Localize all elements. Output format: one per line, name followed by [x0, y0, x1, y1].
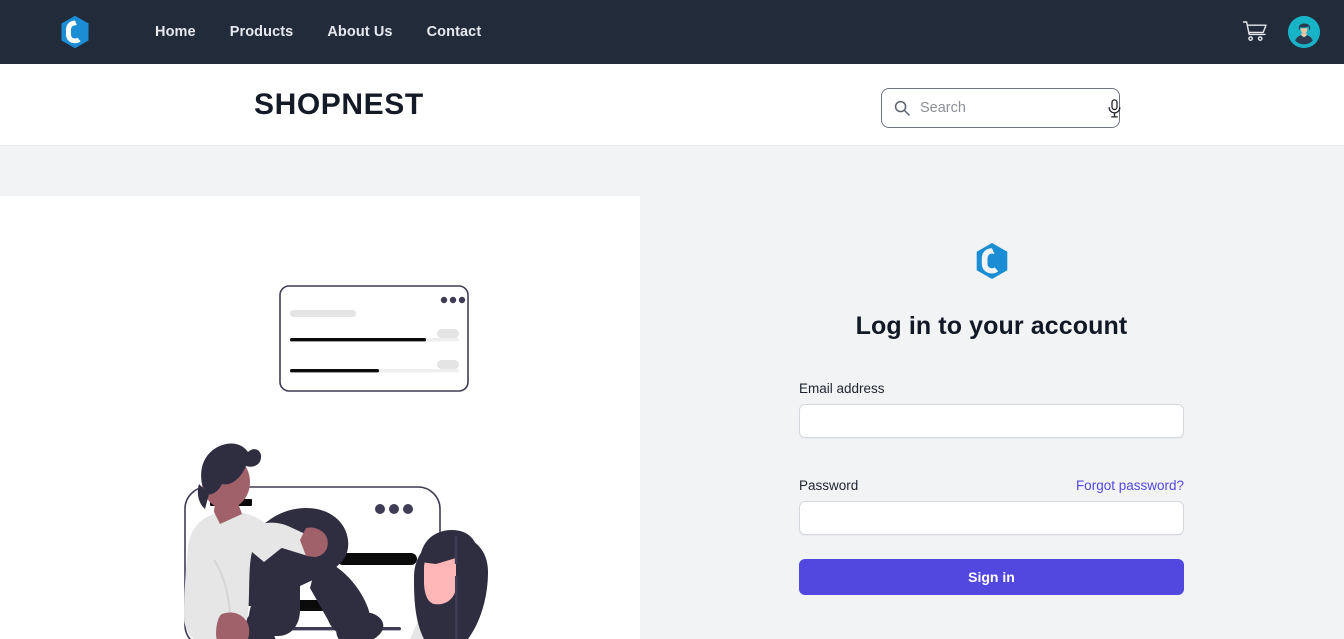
password-field[interactable] [799, 501, 1184, 535]
login-heading: Log in to your account [855, 312, 1128, 340]
page-title: SHOPNEST [254, 87, 424, 121]
sign-in-button[interactable]: Sign in [799, 559, 1184, 595]
shopping-cart-icon[interactable] [1242, 19, 1268, 45]
illustration-floating-card [279, 285, 469, 392]
forgot-password-link[interactable]: Forgot password? [1076, 478, 1184, 493]
search-input[interactable] [920, 100, 1107, 116]
main-content: Log in to your account Email address Pas… [0, 146, 1344, 639]
navbar-actions [1242, 16, 1320, 48]
nav-link-products[interactable]: Products [213, 18, 311, 46]
nav-link-home[interactable]: Home [138, 18, 213, 46]
shopnest-hex-logo-icon [976, 243, 1007, 279]
top-navbar: Home Products About Us Contact [0, 0, 1344, 64]
illustration-panel [0, 196, 640, 639]
microphone-icon[interactable] [1107, 98, 1122, 118]
email-label: Email address [799, 381, 885, 396]
nav-link-contact[interactable]: Contact [410, 18, 499, 46]
password-label: Password [799, 478, 859, 493]
search-bar[interactable] [881, 88, 1122, 128]
search-icon [894, 100, 910, 116]
user-avatar[interactable] [1288, 16, 1320, 48]
shopnest-hex-logo-icon[interactable] [60, 15, 90, 49]
nav-link-about-us[interactable]: About Us [310, 18, 409, 46]
login-illustration [184, 285, 488, 639]
brand-subheader: SHOPNEST [0, 64, 1344, 146]
email-field[interactable] [799, 404, 1184, 438]
login-form: Log in to your account Email address Pas… [799, 146, 1184, 595]
password-label-row: Password Forgot password? [799, 478, 1184, 493]
primary-nav: Home Products About Us Contact [138, 18, 498, 46]
